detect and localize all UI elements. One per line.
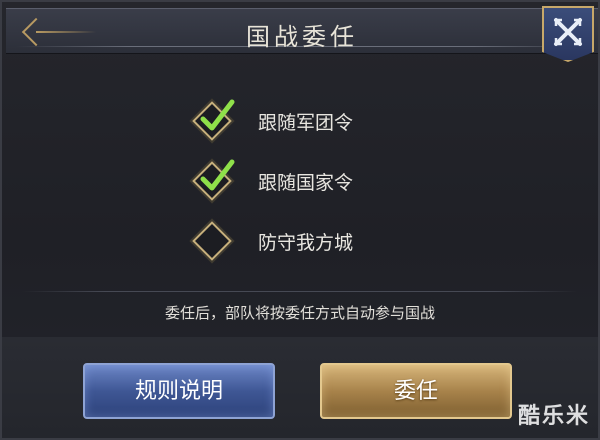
close-button[interactable]	[542, 6, 594, 62]
option-label: 防守我方城	[258, 232, 354, 254]
page-title: 国战委任	[246, 23, 358, 51]
hint-text: 委任后，部队将按委任方式自动参与国战	[164, 304, 435, 322]
option-label: 跟随国家令	[258, 172, 354, 194]
appoint-button[interactable]: 委任	[320, 363, 512, 419]
header-bar: 国战委任	[6, 8, 598, 54]
rules-button[interactable]: 规则说明	[83, 363, 275, 419]
option-follow-nation[interactable]: 跟随国家令	[192, 159, 412, 201]
check-icon	[200, 159, 235, 191]
option-label: 跟随军团令	[258, 112, 354, 134]
checkbox[interactable]	[192, 221, 232, 261]
check-icon	[200, 99, 235, 131]
watermark: 酷乐米	[517, 404, 590, 429]
option-defend-city[interactable]: 防守我方城	[192, 221, 412, 261]
divider	[22, 291, 578, 292]
dialog: 国战委任 跟随军团令 跟随国家令 防守我方城 委任后，部队将按委任方式自动参与国…	[0, 0, 600, 440]
option-follow-legion[interactable]: 跟随军团令	[192, 99, 412, 141]
close-icon	[554, 18, 582, 46]
